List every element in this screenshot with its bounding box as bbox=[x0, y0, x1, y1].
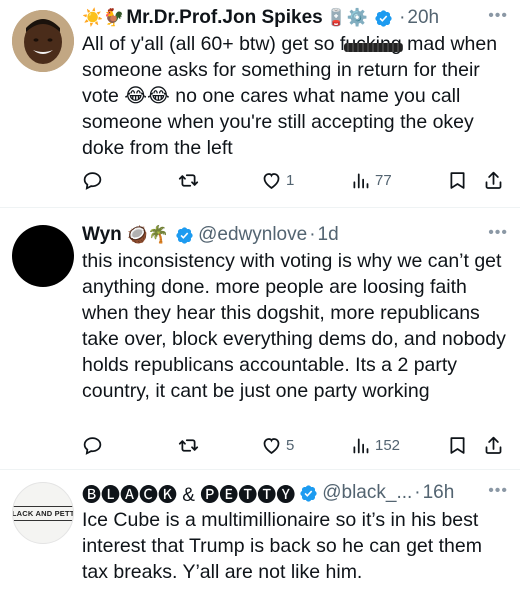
avatar[interactable] bbox=[12, 10, 74, 72]
display-name[interactable]: Mr.Dr.Prof.Jon Spikes bbox=[126, 7, 322, 29]
share-icon bbox=[485, 171, 502, 189]
retweet-icon bbox=[178, 438, 199, 452]
reply-button[interactable] bbox=[82, 435, 103, 456]
like-button[interactable]: 1 bbox=[261, 170, 294, 191]
like-button[interactable]: 5 bbox=[261, 435, 294, 456]
tweet[interactable]: BLACK AND PETTY 🅑🅛🅐🅒🅚 & 🅟🅔🅣🅣🅨 @black_...… bbox=[0, 470, 520, 602]
reply-icon bbox=[83, 436, 102, 455]
bookmark-icon bbox=[450, 171, 465, 189]
like-count: 1 bbox=[286, 171, 295, 189]
bookmark-button[interactable] bbox=[447, 170, 468, 191]
views-button[interactable]: 152 bbox=[350, 435, 400, 456]
share-button[interactable] bbox=[483, 435, 504, 456]
like-icon bbox=[263, 437, 280, 454]
verified-icon bbox=[375, 9, 392, 27]
retweet-icon bbox=[178, 173, 199, 187]
handle[interactable]: @black_... bbox=[322, 482, 412, 504]
retweet-button[interactable] bbox=[178, 435, 199, 456]
views-icon bbox=[353, 173, 369, 188]
tweet-text: this inconsistency with voting is why we… bbox=[82, 250, 506, 402]
retweet-button[interactable] bbox=[178, 170, 199, 191]
action-bar: 5 152 bbox=[82, 433, 508, 457]
share-button[interactable] bbox=[483, 170, 504, 191]
censor-scribble: ucking bbox=[345, 33, 402, 55]
more-icon[interactable]: ••• bbox=[488, 482, 508, 500]
more-icon[interactable]: ••• bbox=[488, 224, 508, 242]
name-emojis: ☀️🐓 bbox=[82, 8, 125, 27]
avatar-logo-text: BLACK AND PETTY bbox=[13, 505, 73, 521]
avatar[interactable]: BLACK AND PETTY bbox=[12, 482, 74, 544]
view-count: 152 bbox=[375, 436, 401, 454]
handle[interactable]: @edwynlove bbox=[198, 224, 307, 246]
display-name[interactable]: 🅑🅛🅐🅒🅚 & 🅟🅔🅣🅣🅨 bbox=[82, 480, 295, 507]
like-count: 5 bbox=[286, 436, 295, 454]
tweet-text: All of y'all (all 60+ btw) get so fuckin… bbox=[82, 33, 498, 159]
share-icon bbox=[485, 436, 502, 454]
separator: · bbox=[414, 482, 421, 503]
name-emojis: 🥥🌴 bbox=[126, 225, 170, 244]
bookmark-icon bbox=[450, 436, 465, 454]
display-name[interactable]: Wyn bbox=[82, 224, 122, 246]
reply-icon bbox=[83, 171, 102, 190]
tweet-text: Ice Cube is a multimillionaire so it’s i… bbox=[82, 509, 482, 583]
separator: · bbox=[309, 224, 316, 245]
more-icon[interactable]: ••• bbox=[488, 7, 508, 25]
view-count: 77 bbox=[375, 171, 392, 189]
views-icon bbox=[353, 438, 369, 453]
like-icon bbox=[263, 172, 280, 189]
reply-button[interactable] bbox=[82, 170, 103, 191]
timestamp[interactable]: 20h bbox=[407, 7, 439, 29]
tweet[interactable]: ☀️🐓 Mr.Dr.Prof.Jon Spikes 🪫⚙️ · 20h ••• … bbox=[0, 0, 520, 208]
name-emojis: 🪫⚙️ bbox=[325, 8, 369, 27]
avatar[interactable] bbox=[12, 225, 74, 287]
timestamp[interactable]: 16h bbox=[423, 482, 455, 504]
bookmark-button[interactable] bbox=[447, 435, 468, 456]
action-bar: 1 77 bbox=[82, 168, 508, 192]
tweet[interactable]: Wyn 🥥🌴 @edwynlove · 1d ••• this inconsis… bbox=[0, 208, 520, 470]
timestamp[interactable]: 1d bbox=[318, 224, 339, 246]
views-button[interactable]: 77 bbox=[350, 170, 392, 191]
verified-icon bbox=[176, 226, 193, 244]
separator: · bbox=[399, 7, 406, 28]
verified-icon bbox=[300, 484, 317, 502]
